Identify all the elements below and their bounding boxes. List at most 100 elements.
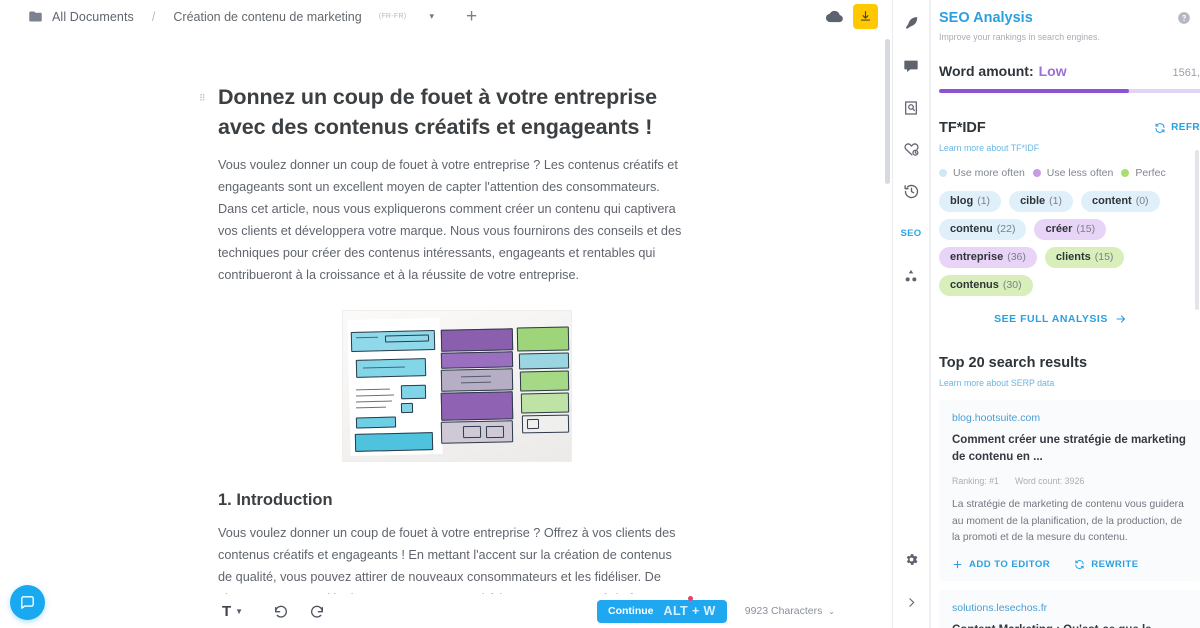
character-count[interactable]: 9923 Characters ⌄ — [745, 605, 835, 617]
tfidf-learn-more-link[interactable]: Learn more about TF*IDF — [939, 143, 1200, 153]
settings-button[interactable] — [898, 546, 925, 573]
see-full-analysis-button[interactable]: SEE FULL ANALYSIS — [930, 313, 1191, 325]
serp-result-url[interactable]: blog.hootsuite.com — [952, 412, 1187, 424]
folder-icon — [28, 9, 43, 24]
sidebar-item-ai-writer[interactable] — [898, 10, 925, 37]
serp-result-actions: ADD TO EDITOR REWRITE — [952, 559, 1187, 570]
legend-item-perfect: Perfec — [1121, 167, 1166, 179]
keyword-term: contenu — [950, 223, 993, 235]
seo-analysis-panel: SEO Analysis Improve your rankings in se… — [930, 0, 1200, 628]
breadcrumb-all-documents[interactable]: All Documents — [52, 10, 134, 24]
serp-result-wordcount: Word count: 3926 — [1014, 476, 1085, 487]
new-document-button[interactable]: + — [466, 7, 477, 26]
keyword-tag[interactable]: blog (1) — [939, 190, 1002, 212]
serp-result-meta: Ranking: #1 Word count: 3926 — [952, 476, 1187, 486]
tfidf-header: TF*IDF REFR — [939, 120, 1200, 136]
top-bar-actions — [826, 0, 878, 33]
page-title[interactable]: Donnez un coup de fouet à votre entrepri… — [218, 83, 688, 142]
hierarchy-icon — [905, 269, 917, 281]
sidebar-item-structure[interactable] — [898, 262, 925, 289]
breadcrumb-separator: / — [151, 9, 156, 24]
tool-rail: SEO — [893, 0, 930, 628]
add-to-editor-label: ADD TO EDITOR — [969, 559, 1051, 571]
sidebar-item-comments[interactable] — [898, 52, 925, 79]
tfidf-refresh-button[interactable]: REFR — [1154, 122, 1200, 134]
keyword-term: cible — [1020, 195, 1046, 207]
document-scroll-area: ⠿ Donnez un coup de fouet à votre entrep… — [0, 33, 892, 628]
panel-scrollbar[interactable] — [1195, 150, 1199, 310]
tfidf-title: TF*IDF — [939, 119, 986, 136]
keyword-tag[interactable]: contenu (22) — [939, 218, 1027, 240]
serp-section-title: Top 20 search results — [939, 354, 1088, 371]
see-full-analysis-label: SEE FULL ANALYSIS — [994, 312, 1108, 325]
word-amount-label: Word amount: — [939, 63, 1034, 79]
app-root: All Documents / Création de contenu de m… — [0, 0, 1200, 628]
keyword-tag[interactable]: content (0) — [1080, 190, 1160, 212]
document-scrollbar[interactable] — [885, 39, 890, 184]
intro-paragraph[interactable]: Vous voulez donner un coup de fouet à vo… — [218, 155, 688, 286]
keyword-tag[interactable]: clients (15) — [1044, 246, 1125, 268]
article-image[interactable] — [343, 311, 688, 462]
continue-button[interactable]: Continue ALT + W — [597, 599, 727, 623]
tfidf-refresh-label: REFR — [1171, 122, 1200, 133]
serp-result-heading: Content Marketing : Qu'est-ce que le mar… — [952, 622, 1187, 628]
ai-feather-icon — [905, 17, 917, 29]
keyword-tag[interactable]: cible (1) — [1009, 190, 1073, 212]
keyword-count: (0) — [1135, 195, 1149, 207]
breadcrumb-document-name[interactable]: Création de contenu de marketing — [173, 10, 361, 24]
chevron-down-icon[interactable]: ▾ — [429, 12, 434, 21]
redo-button[interactable] — [309, 603, 325, 619]
keyword-term: contenus — [950, 279, 999, 291]
sidebar-item-favorites[interactable] — [898, 136, 925, 163]
keyword-term: blog — [950, 195, 974, 207]
refresh-icon — [1155, 122, 1165, 133]
continue-shortcut: ALT + W — [663, 604, 716, 618]
legend-label: Use more often — [953, 166, 1025, 179]
refresh-icon — [1075, 560, 1084, 570]
gear-icon — [906, 554, 918, 565]
seo-header: SEO Analysis Improve your rankings in se… — [930, 0, 1200, 42]
help-circle-icon[interactable] — [1177, 11, 1191, 25]
serp-result-card[interactable]: blog.hootsuite.com Comment créer une str… — [939, 399, 1200, 582]
serp-result-card[interactable]: solutions.lesechos.fr Content Marketing … — [939, 590, 1200, 628]
word-amount-count: 1561, — [1172, 67, 1200, 79]
collapse-panel-button[interactable] — [898, 589, 925, 616]
keyword-term: créer — [1045, 223, 1073, 235]
download-button[interactable] — [853, 4, 878, 29]
sidebar-item-seo[interactable]: SEO — [898, 220, 925, 247]
rewrite-label: REWRITE — [1091, 559, 1139, 571]
keyword-count: (1) — [977, 195, 991, 207]
sidebar-item-history[interactable] — [898, 178, 925, 205]
keyword-count: (15) — [1076, 223, 1096, 235]
add-to-editor-button[interactable]: ADD TO EDITOR — [952, 559, 1050, 570]
drag-handle-icon[interactable]: ⠿ — [199, 94, 208, 103]
legend-dot-icon — [1032, 168, 1041, 177]
keyword-tag[interactable]: contenus (30) — [939, 274, 1033, 296]
undo-button[interactable] — [273, 603, 289, 619]
keyword-term: clients — [1055, 251, 1091, 263]
keyword-count: (22) — [996, 223, 1016, 235]
history-icon — [903, 184, 918, 199]
word-amount-value: Low — [1038, 63, 1067, 79]
serp-result-url[interactable]: solutions.lesechos.fr — [952, 602, 1187, 614]
sketch-wireframes-image — [343, 311, 571, 462]
text-style-label: T — [222, 602, 232, 620]
keyword-tag[interactable]: créer (15) — [1034, 218, 1107, 240]
cloud-icon[interactable] — [826, 8, 843, 25]
word-amount-row: Word amount: Low 1561, — [939, 63, 1200, 79]
panel-divider — [930, 0, 931, 628]
seo-panel-subtitle: Improve your rankings in search engines. — [939, 32, 1100, 42]
chat-support-button[interactable] — [10, 585, 45, 620]
legend-item-use-more: Use more often — [939, 167, 1025, 179]
rewrite-button[interactable]: REWRITE — [1074, 559, 1138, 570]
keyword-count: (36) — [1007, 251, 1026, 263]
keyword-tag[interactable]: entreprise (36) — [939, 246, 1037, 268]
sidebar-item-plagiarism[interactable] — [898, 94, 925, 121]
document-body[interactable]: ⠿ Donnez un coup de fouet à votre entrep… — [199, 33, 688, 628]
section-heading[interactable]: 1. Introduction — [218, 491, 688, 510]
seo-text-icon: SEO — [900, 228, 922, 239]
keyword-count: (1) — [1049, 195, 1062, 207]
top-bar: All Documents / Création de contenu de m… — [0, 0, 892, 33]
serp-learn-more-link[interactable]: Learn more about SERP data — [939, 378, 1200, 388]
text-style-button[interactable]: T ▼ — [222, 603, 243, 620]
